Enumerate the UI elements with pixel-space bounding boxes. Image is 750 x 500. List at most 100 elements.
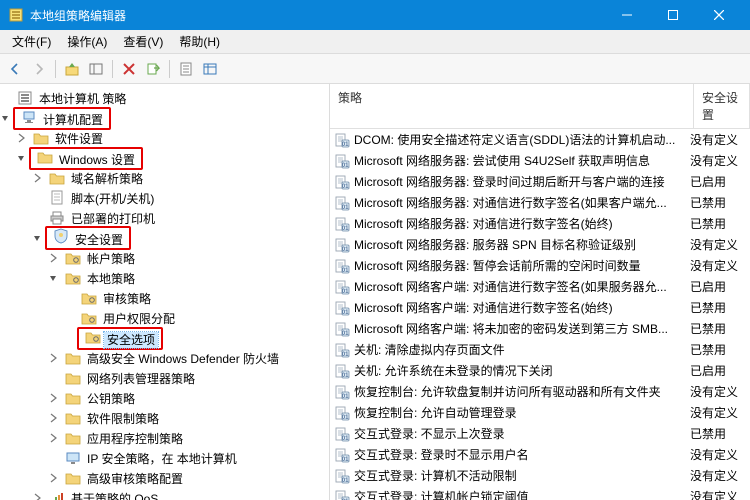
tree-item[interactable]: 公钥策略 <box>0 388 329 408</box>
policy-row[interactable]: 01交互式登录: 计算机不活动限制没有定义 <box>330 465 750 486</box>
tree-twisty[interactable] <box>16 153 30 163</box>
policy-name: 交互式登录: 不显示上次登录 <box>354 425 690 442</box>
tree-item[interactable]: 域名解析策略 <box>0 168 329 188</box>
policy-row[interactable]: 01Microsoft 网络客户端: 将未加密的密码发送到第三方 SMB...已… <box>330 318 750 339</box>
policy-icon: 01 <box>334 468 350 484</box>
maximize-button[interactable] <box>650 0 696 30</box>
tree-label: 审核策略 <box>100 289 154 308</box>
policy-row[interactable]: 01交互式登录: 计算机帐户锁定阈值没有定义 <box>330 486 750 500</box>
tree-label: 已部署的打印机 <box>68 209 158 228</box>
tree-twisty[interactable] <box>32 493 46 500</box>
export-button[interactable] <box>142 58 164 80</box>
show-hide-tree-button[interactable] <box>85 58 107 80</box>
policy-row[interactable]: 01交互式登录: 登录时不显示用户名没有定义 <box>330 444 750 465</box>
svg-text:01: 01 <box>342 372 349 378</box>
tree-item[interactable]: 已部署的打印机 <box>0 208 329 228</box>
tree-item[interactable]: 高级安全 Windows Defender 防火墙 <box>0 348 329 368</box>
policy-row[interactable]: 01交互式登录: 不显示上次登录已禁用 <box>330 423 750 444</box>
tree-twisty[interactable] <box>48 273 62 283</box>
tree-twisty[interactable] <box>0 113 14 123</box>
tree-panel[interactable]: 本地计算机 策略计算机配置软件设置Windows 设置域名解析策略脚本(开机/关… <box>0 84 330 500</box>
tree-label: 软件设置 <box>52 129 106 148</box>
tree-item[interactable]: 本地策略 <box>0 268 329 288</box>
policy-row[interactable]: 01关机: 清除虚拟内存页面文件已禁用 <box>330 339 750 360</box>
shield-icon <box>53 228 69 244</box>
policy-row[interactable]: 01Microsoft 网络客户端: 对通信进行数字签名(始终)已禁用 <box>330 297 750 318</box>
tree-item[interactable]: 软件限制策略 <box>0 408 329 428</box>
tree-item[interactable]: 安全设置 <box>0 228 329 248</box>
policy-icon: 01 <box>334 174 350 190</box>
tree-twisty[interactable] <box>48 413 62 423</box>
folder-icon <box>65 390 81 406</box>
policy-icon: 01 <box>334 237 350 253</box>
policy-row[interactable]: 01Microsoft 网络服务器: 服务器 SPN 目标名称验证级别没有定义 <box>330 234 750 255</box>
folder-icon <box>85 329 101 345</box>
policy-setting: 没有定义 <box>690 257 746 274</box>
tree-item[interactable]: 软件设置 <box>0 128 329 148</box>
menu-file[interactable]: 文件(F) <box>4 30 59 53</box>
folder-icon <box>65 250 81 266</box>
column-security-setting[interactable]: 安全设置 <box>694 84 750 128</box>
tree-twisty[interactable] <box>48 473 62 483</box>
tree-item[interactable]: 基于策略的 QoS <box>0 488 329 500</box>
minimize-button[interactable] <box>604 0 650 30</box>
properties-button[interactable] <box>175 58 197 80</box>
tree-item[interactable]: 审核策略 <box>0 288 329 308</box>
policy-setting: 没有定义 <box>690 383 746 400</box>
tree-item[interactable]: Windows 设置 <box>0 148 329 168</box>
list-body[interactable]: 01DCOM: 使用安全描述符定义语言(SDDL)语法的计算机启动...没有定义… <box>330 129 750 500</box>
folder-icon <box>65 410 81 426</box>
tree-twisty[interactable] <box>32 233 46 243</box>
tree-item[interactable]: IP 安全策略，在 本地计算机 <box>0 448 329 468</box>
tree-twisty[interactable] <box>48 353 62 363</box>
close-button[interactable] <box>696 0 742 30</box>
policy-row[interactable]: 01DCOM: 使用安全描述符定义语言(SDDL)语法的计算机启动...没有定义 <box>330 129 750 150</box>
policy-row[interactable]: 01Microsoft 网络服务器: 登录时间过期后断开与客户端的连接已启用 <box>330 171 750 192</box>
titlebar: 本地组策略编辑器 <box>0 0 750 30</box>
tree-twisty[interactable] <box>32 173 46 183</box>
tree-label: 高级安全 Windows Defender 防火墙 <box>84 349 282 368</box>
toolbar-separator <box>169 60 170 78</box>
menu-action[interactable]: 操作(A) <box>59 30 115 53</box>
delete-button[interactable] <box>118 58 140 80</box>
tree-item[interactable]: 网络列表管理器策略 <box>0 368 329 388</box>
policy-name: Microsoft 网络服务器: 对通信进行数字签名(始终) <box>354 215 690 232</box>
tree-item[interactable]: 脚本(开机/关机) <box>0 188 329 208</box>
tree-twisty[interactable] <box>48 393 62 403</box>
tree-item[interactable]: 计算机配置 <box>0 108 329 128</box>
policy-icon: 01 <box>334 384 350 400</box>
tree-item[interactable]: 本地计算机 策略 <box>0 88 329 108</box>
policy-row[interactable]: 01Microsoft 网络服务器: 暂停会话前所需的空闲时间数量没有定义 <box>330 255 750 276</box>
tree-label: 应用程序控制策略 <box>84 429 186 448</box>
tree-item[interactable]: 用户权限分配 <box>0 308 329 328</box>
tree-label: 本地策略 <box>84 269 138 288</box>
forward-button[interactable] <box>28 58 50 80</box>
policy-row[interactable]: 01恢复控制台: 允许自动管理登录没有定义 <box>330 402 750 423</box>
tree-item[interactable]: 帐户策略 <box>0 248 329 268</box>
policy-row[interactable]: 01关机: 允许系统在未登录的情况下关闭已启用 <box>330 360 750 381</box>
policy-row[interactable]: 01Microsoft 网络客户端: 对通信进行数字签名(如果服务器允...已启… <box>330 276 750 297</box>
back-button[interactable] <box>4 58 26 80</box>
menu-help[interactable]: 帮助(H) <box>171 30 228 53</box>
policy-row[interactable]: 01Microsoft 网络服务器: 对通信进行数字签名(如果客户端允...已禁… <box>330 192 750 213</box>
app-icon <box>8 7 24 23</box>
policy-row[interactable]: 01Microsoft 网络服务器: 尝试使用 S4U2Self 获取声明信息没… <box>330 150 750 171</box>
tree-twisty[interactable] <box>16 133 30 143</box>
policy-icon: 01 <box>334 342 350 358</box>
policy-row[interactable]: 01Microsoft 网络服务器: 对通信进行数字签名(始终)已禁用 <box>330 213 750 234</box>
up-button[interactable] <box>61 58 83 80</box>
policy-name: Microsoft 网络服务器: 登录时间过期后断开与客户端的连接 <box>354 173 690 190</box>
svg-text:01: 01 <box>342 162 349 168</box>
policy-icon: 01 <box>334 195 350 211</box>
tree-twisty[interactable] <box>48 433 62 443</box>
policy-row[interactable]: 01恢复控制台: 允许软盘复制并访问所有驱动器和所有文件夹没有定义 <box>330 381 750 402</box>
column-policy[interactable]: 策略 <box>330 84 694 128</box>
filter-button[interactable] <box>199 58 221 80</box>
svg-text:01: 01 <box>342 288 349 294</box>
tree-item[interactable]: 高级审核策略配置 <box>0 468 329 488</box>
tree-item[interactable]: 应用程序控制策略 <box>0 428 329 448</box>
policy-setting: 已禁用 <box>690 320 746 337</box>
menu-view[interactable]: 查看(V) <box>115 30 171 53</box>
tree-item[interactable]: 安全选项 <box>0 328 329 348</box>
tree-twisty[interactable] <box>48 253 62 263</box>
